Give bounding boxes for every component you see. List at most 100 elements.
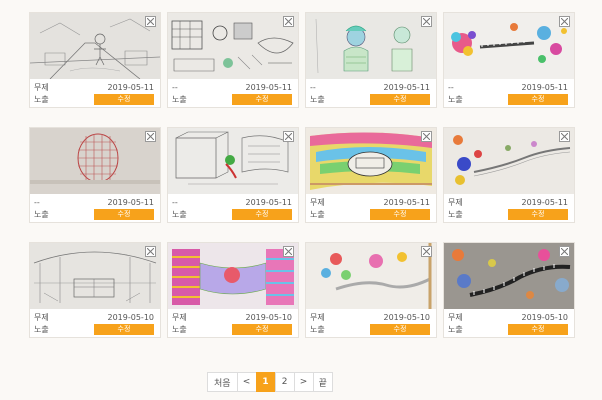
card-info-row: -- 2019-05-11 bbox=[168, 194, 298, 208]
artwork-thumbnail[interactable] bbox=[444, 13, 574, 79]
card-info-row: 무제 2019-05-10 bbox=[306, 309, 436, 323]
next-page-button[interactable]: > bbox=[293, 372, 314, 392]
visibility-status: 노출 bbox=[448, 209, 463, 219]
edit-button[interactable]: 수정 bbox=[508, 323, 568, 335]
close-icon[interactable] bbox=[559, 16, 570, 27]
close-icon[interactable] bbox=[559, 131, 570, 142]
close-icon[interactable] bbox=[283, 16, 294, 27]
visibility-status: 노출 bbox=[172, 324, 187, 334]
page-2-button[interactable]: 2 bbox=[274, 372, 295, 392]
artwork-title: -- bbox=[34, 197, 40, 207]
card-info-row: 무제 2019-05-11 bbox=[444, 194, 574, 208]
artwork-date: 2019-05-10 bbox=[245, 312, 293, 322]
last-page-button[interactable]: 끝 bbox=[312, 372, 333, 392]
close-icon[interactable] bbox=[145, 131, 156, 142]
close-icon[interactable] bbox=[421, 131, 432, 142]
prev-page-button[interactable]: < bbox=[236, 372, 257, 392]
artwork-thumbnail[interactable] bbox=[168, 128, 298, 194]
edit-button[interactable]: 수정 bbox=[370, 323, 430, 335]
card-action-row: 노출 수정 bbox=[168, 93, 298, 105]
edit-button[interactable]: 수정 bbox=[232, 323, 292, 335]
artwork-title: 무제 bbox=[448, 312, 463, 322]
gallery-card: 무제 2019-05-11 노출 수정 bbox=[305, 127, 437, 223]
artwork-title: 무제 bbox=[448, 197, 463, 207]
card-action-row: 노출 수정 bbox=[444, 93, 574, 105]
gallery-card: -- 2019-05-11 노출 수정 bbox=[29, 127, 161, 223]
artwork-title: 무제 bbox=[310, 197, 325, 207]
gallery-card: 무제 2019-05-10 노출 수정 bbox=[443, 242, 575, 338]
artwork-title: 무제 bbox=[310, 312, 325, 322]
card-info-row: -- 2019-05-11 bbox=[30, 194, 160, 208]
artwork-thumbnail[interactable] bbox=[168, 243, 298, 309]
card-action-row: 노출 수정 bbox=[30, 323, 160, 335]
artwork-date: 2019-05-11 bbox=[245, 197, 293, 207]
card-info-row: -- 2019-05-11 bbox=[168, 79, 298, 93]
edit-button[interactable]: 수정 bbox=[508, 93, 568, 105]
card-action-row: 노출 수정 bbox=[168, 208, 298, 220]
edit-button[interactable]: 수정 bbox=[94, 93, 154, 105]
card-action-row: 노출 수정 bbox=[30, 93, 160, 105]
card-action-row: 노출 수정 bbox=[444, 323, 574, 335]
gallery-grid: 무제 2019-05-11 노출 수정 -- 2019-05-11 노출 수정 … bbox=[29, 12, 575, 338]
visibility-status: 노출 bbox=[310, 94, 325, 104]
visibility-status: 노출 bbox=[34, 324, 49, 334]
artwork-thumbnail[interactable] bbox=[306, 243, 436, 309]
card-info-row: 무제 2019-05-10 bbox=[30, 309, 160, 323]
artwork-thumbnail[interactable] bbox=[444, 128, 574, 194]
close-icon[interactable] bbox=[283, 246, 294, 257]
visibility-status: 노출 bbox=[310, 324, 325, 334]
artwork-date: 2019-05-11 bbox=[521, 197, 569, 207]
artwork-date: 2019-05-10 bbox=[383, 312, 431, 322]
artwork-thumbnail[interactable] bbox=[306, 13, 436, 79]
edit-button[interactable]: 수정 bbox=[232, 208, 292, 220]
visibility-status: 노출 bbox=[172, 209, 187, 219]
edit-button[interactable]: 수정 bbox=[370, 93, 430, 105]
gallery-card: 무제 2019-05-11 노출 수정 bbox=[29, 12, 161, 108]
page-1-button[interactable]: 1 bbox=[255, 372, 276, 392]
gallery-card: -- 2019-05-11 노출 수정 bbox=[167, 12, 299, 108]
artwork-date: 2019-05-11 bbox=[245, 82, 293, 92]
edit-button[interactable]: 수정 bbox=[232, 93, 292, 105]
artwork-thumbnail[interactable] bbox=[30, 243, 160, 309]
artwork-title: -- bbox=[448, 82, 454, 92]
card-action-row: 노출 수정 bbox=[306, 93, 436, 105]
edit-button[interactable]: 수정 bbox=[370, 208, 430, 220]
artwork-date: 2019-05-11 bbox=[107, 197, 155, 207]
pagination: 처음 < 1 2 > 끝 bbox=[207, 372, 333, 392]
artwork-date: 2019-05-10 bbox=[107, 312, 155, 322]
first-page-button[interactable]: 처음 bbox=[207, 372, 238, 392]
artwork-thumbnail[interactable] bbox=[30, 13, 160, 79]
artwork-thumbnail[interactable] bbox=[444, 243, 574, 309]
artwork-thumbnail[interactable] bbox=[168, 13, 298, 79]
close-icon[interactable] bbox=[283, 131, 294, 142]
artwork-title: -- bbox=[172, 197, 178, 207]
visibility-status: 노출 bbox=[448, 94, 463, 104]
artwork-thumbnail[interactable] bbox=[30, 128, 160, 194]
artwork-date: 2019-05-11 bbox=[107, 82, 155, 92]
artwork-date: 2019-05-11 bbox=[383, 82, 431, 92]
close-icon[interactable] bbox=[145, 246, 156, 257]
gallery-card: -- 2019-05-11 노출 수정 bbox=[167, 127, 299, 223]
edit-button[interactable]: 수정 bbox=[94, 323, 154, 335]
visibility-status: 노출 bbox=[310, 209, 325, 219]
card-info-row: -- 2019-05-11 bbox=[444, 79, 574, 93]
close-icon[interactable] bbox=[145, 16, 156, 27]
artwork-title: 무제 bbox=[34, 82, 49, 92]
card-action-row: 노출 수정 bbox=[30, 208, 160, 220]
card-info-row: -- 2019-05-11 bbox=[306, 79, 436, 93]
gallery-card: -- 2019-05-11 노출 수정 bbox=[305, 12, 437, 108]
artwork-title: -- bbox=[172, 82, 178, 92]
edit-button[interactable]: 수정 bbox=[508, 208, 568, 220]
card-action-row: 노출 수정 bbox=[168, 323, 298, 335]
edit-button[interactable]: 수정 bbox=[94, 208, 154, 220]
gallery-card: 무제 2019-05-10 노출 수정 bbox=[167, 242, 299, 338]
card-info-row: 무제 2019-05-11 bbox=[306, 194, 436, 208]
artwork-date: 2019-05-10 bbox=[521, 312, 569, 322]
close-icon[interactable] bbox=[421, 246, 432, 257]
card-action-row: 노출 수정 bbox=[306, 208, 436, 220]
gallery-card: -- 2019-05-11 노출 수정 bbox=[443, 12, 575, 108]
artwork-thumbnail[interactable] bbox=[306, 128, 436, 194]
close-icon[interactable] bbox=[421, 16, 432, 27]
close-icon[interactable] bbox=[559, 246, 570, 257]
visibility-status: 노출 bbox=[448, 324, 463, 334]
